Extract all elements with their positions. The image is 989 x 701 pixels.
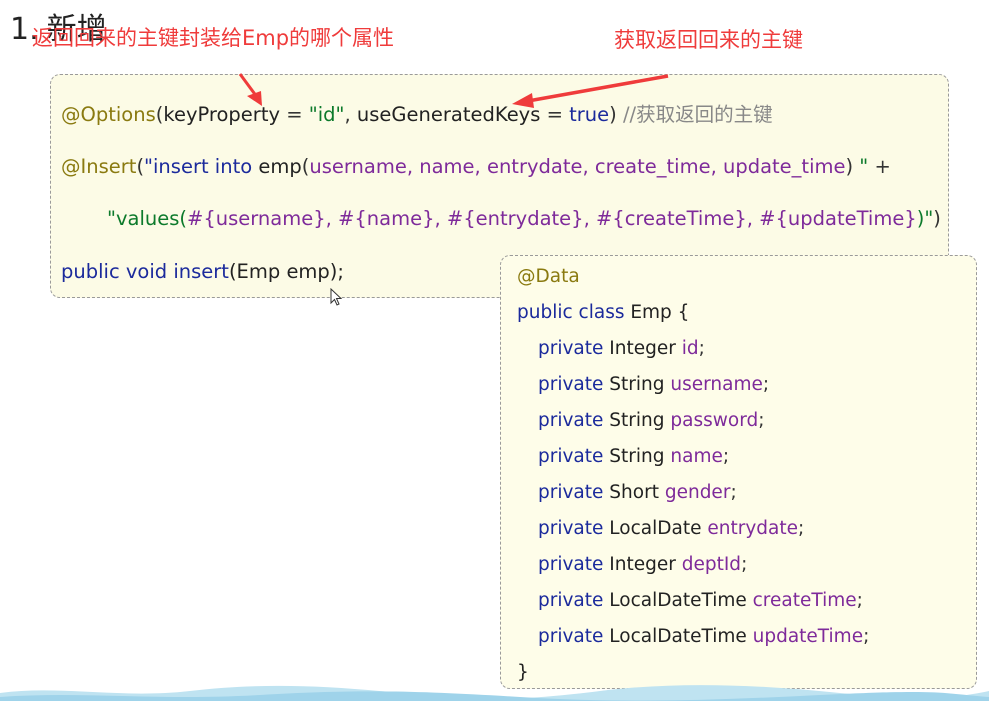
field-type: String	[603, 410, 671, 431]
field-end: ;	[698, 338, 705, 359]
field-name: name	[670, 446, 723, 467]
field-mod: private	[538, 590, 604, 611]
field-end: ;	[798, 518, 805, 539]
code-token: true	[569, 103, 610, 126]
emp-class-box: @Data public class Emp { private Integer…	[500, 255, 977, 689]
code-token: )	[845, 155, 854, 178]
field-mod: private	[538, 554, 604, 575]
annotation-generated-keys: 获取返回回来的主键	[614, 28, 803, 52]
field-end: ;	[856, 590, 863, 611]
code-token: useGeneratedKeys	[356, 103, 541, 126]
code-token: Emp {	[624, 302, 690, 323]
code-token: "values(	[107, 207, 187, 230]
field-type: Short	[603, 482, 665, 503]
field-mod: private	[538, 482, 604, 503]
field-mod: private	[538, 518, 604, 539]
field-name: deptId	[681, 554, 742, 575]
field-line: private LocalDateTime createTime;	[538, 589, 863, 613]
field-line: private LocalDateTime updateTime;	[538, 625, 869, 649]
field-end: ;	[722, 446, 730, 467]
field-line: private LocalDate entrydate;	[538, 517, 804, 541]
field-type: String	[603, 446, 671, 467]
code-token: "	[853, 155, 869, 178]
code-token: #{username}, #{name}, #{entrydate}, #{cr…	[187, 207, 917, 230]
code-token: username, name, entrydate, create_time, …	[309, 155, 846, 178]
decorative-wave	[0, 685, 989, 701]
code-line-values: "values(#{username}, #{name}, #{entrydat…	[107, 206, 941, 232]
field-name: updateTime	[752, 626, 864, 647]
field-end: ;	[741, 554, 748, 575]
field-name: entrydate	[707, 518, 798, 539]
mouse-cursor-icon	[330, 288, 343, 306]
code-line-insert: @Insert("insert into emp(username, name,…	[61, 154, 891, 180]
field-end: ;	[758, 410, 765, 431]
field-mod: private	[538, 626, 604, 647]
code-token: )	[933, 207, 941, 230]
code-token: "insert into	[144, 155, 259, 178]
code-token: )"	[916, 207, 934, 230]
code-token: public class	[517, 302, 625, 323]
field-type: String	[603, 374, 671, 395]
code-token: =	[280, 103, 309, 126]
field-line: private String username;	[538, 373, 769, 397]
field-mod: private	[538, 374, 604, 395]
field-line: private String password;	[538, 409, 764, 433]
field-end: ;	[863, 626, 870, 647]
code-token: (Emp emp);	[228, 260, 344, 283]
field-type: LocalDateTime	[603, 626, 753, 647]
field-name: username	[670, 374, 763, 395]
code-token: )	[609, 103, 617, 126]
field-name: createTime	[752, 590, 857, 611]
field-type: LocalDate	[603, 518, 708, 539]
insert-annotation: @Insert	[61, 155, 137, 178]
code-token: "id"	[308, 103, 345, 126]
field-end: ;	[762, 374, 770, 395]
field-name: password	[670, 410, 759, 431]
code-line-method: public void insert(Emp emp);	[61, 259, 344, 285]
code-line-options: @Options(keyProperty = "id", useGenerate…	[61, 102, 773, 128]
field-type: Integer	[603, 554, 682, 575]
field-line: private Short gender;	[538, 481, 737, 505]
code-token: keyProperty	[163, 103, 281, 126]
class-declaration: public class Emp {	[517, 301, 689, 325]
field-end: ;	[730, 482, 737, 503]
field-line: private Integer id;	[538, 337, 705, 361]
code-token: public void insert	[61, 260, 229, 283]
field-mod: private	[538, 338, 604, 359]
field-line: private Integer deptId;	[538, 553, 747, 577]
field-mod: private	[538, 410, 604, 431]
code-token: +	[868, 155, 891, 178]
code-comment: //获取返回的主键	[616, 103, 773, 126]
code-token: emp	[258, 155, 302, 178]
class-close-brace: }	[517, 662, 529, 683]
field-name: id	[681, 338, 699, 359]
data-annotation: @Data	[517, 266, 580, 287]
field-line: private String name;	[538, 445, 729, 469]
field-name: gender	[664, 482, 731, 503]
annotation-key-property: 返回回来的主键封装给Emp的哪个属性	[32, 26, 395, 50]
code-token: (	[136, 155, 145, 178]
field-type: LocalDateTime	[603, 590, 753, 611]
code-token: =	[540, 103, 570, 126]
code-token: ,	[344, 103, 357, 126]
field-mod: private	[538, 446, 604, 467]
options-annotation: @Options	[61, 103, 156, 126]
field-type: Integer	[603, 338, 682, 359]
